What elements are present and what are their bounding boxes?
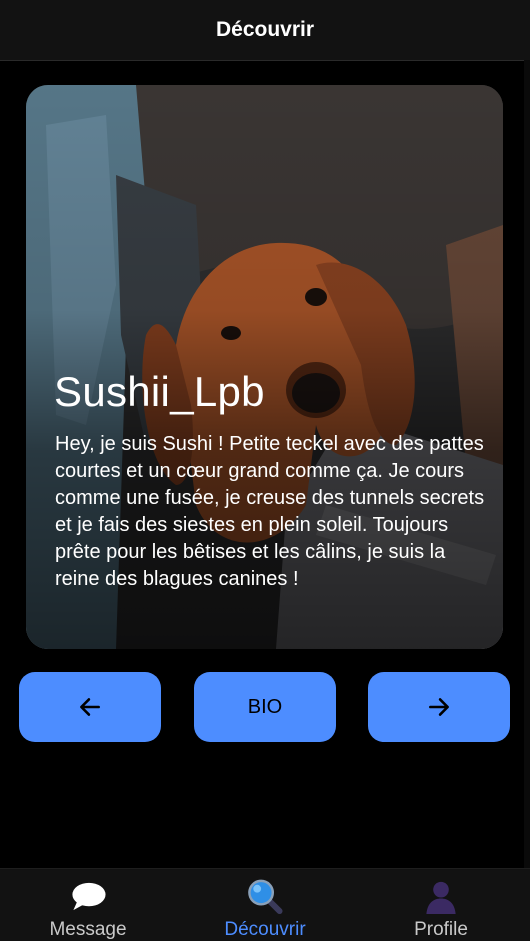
- speech-bubble-icon: [72, 882, 106, 911]
- profile-bio: Hey, je suis Sushi ! Petite teckel avec …: [55, 433, 485, 590]
- tab-message-label: Message: [49, 919, 127, 940]
- top-bar: Découvrir: [0, 0, 530, 61]
- arrow-left-icon: [80, 698, 100, 716]
- tab-decouvrir[interactable]: Découvrir: [185, 869, 345, 941]
- tab-message[interactable]: Message: [8, 869, 168, 941]
- tab-profile[interactable]: Profile: [361, 869, 521, 941]
- tab-profile-label: Profile: [414, 919, 468, 940]
- arrow-right-icon: [429, 698, 449, 716]
- magnifier-icon: [248, 879, 283, 915]
- person-icon: [426, 881, 456, 915]
- bio-button[interactable]: BIO: [194, 672, 336, 742]
- page-title: Découvrir: [215, 18, 315, 41]
- bottom-tab-bar: Message Découvrir Profile: [0, 868, 530, 941]
- scrollbar-track[interactable]: [524, 60, 530, 868]
- profile-name: Sushii_Lpb: [54, 368, 265, 415]
- next-button[interactable]: [368, 672, 510, 742]
- profile-card[interactable]: Sushii_Lpb Hey, je suis Sushi ! Petite t…: [26, 85, 503, 649]
- tab-decouvrir-label: Découvrir: [224, 919, 306, 940]
- previous-button[interactable]: [19, 672, 161, 742]
